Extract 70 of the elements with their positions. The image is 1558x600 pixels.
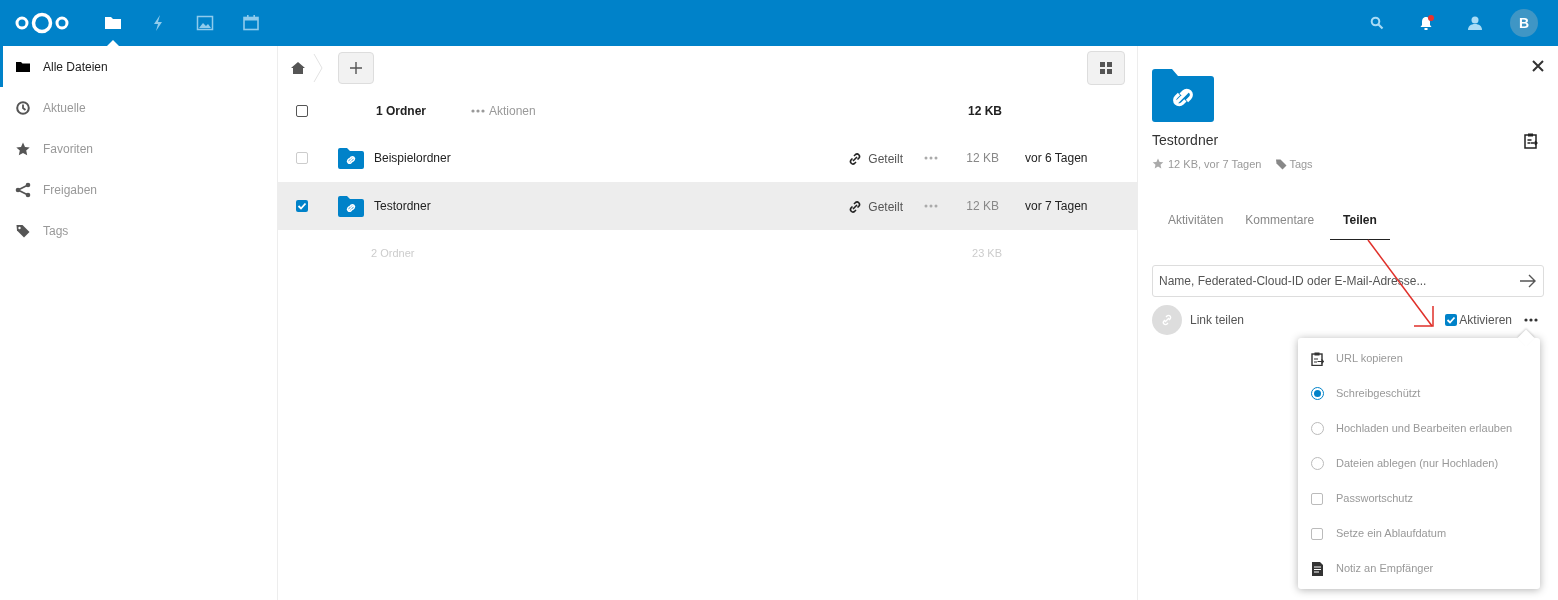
breadcrumb-chevron-icon: [312, 53, 324, 83]
shared-folder-icon: [338, 147, 364, 169]
checkbox[interactable]: [1311, 527, 1323, 540]
image-icon: [195, 13, 215, 33]
plus-icon: [350, 62, 362, 74]
checkbox[interactable]: [1445, 313, 1458, 326]
grid-view-button[interactable]: [1087, 51, 1125, 85]
sidebar-item[interactable]: Tags: [0, 210, 277, 251]
clock-icon: [15, 99, 31, 116]
menu-item[interactable]: Hochladen und Bearbeiten erlauben: [1298, 411, 1540, 446]
menu-item[interactable]: Dateien ablegen (nur Hochladen): [1298, 446, 1540, 481]
search-icon[interactable]: [1370, 16, 1384, 30]
tab[interactable]: Kommentare: [1239, 210, 1321, 240]
file-meta: 12 KB, vor 7 Tagen: [1168, 157, 1262, 172]
modified-date: vor 6 Tagen: [1024, 150, 1089, 167]
shared-button[interactable]: Geteilt: [848, 148, 903, 168]
menu-item[interactable]: Passwortschutz: [1298, 481, 1540, 516]
file-row[interactable]: Testordner Geteilt 12 KB vor 7 Tagen: [278, 182, 1137, 230]
link-icon: [1161, 313, 1173, 326]
modified-date: vor 7 Tagen: [1024, 198, 1089, 215]
close-icon[interactable]: [1532, 60, 1544, 72]
file-title: Testordner: [1152, 131, 1219, 150]
star-icon: [1152, 158, 1164, 171]
menu-item[interactable]: URL kopieren: [1298, 341, 1540, 376]
link-icon: [848, 200, 863, 214]
bell-icon: [1418, 15, 1434, 31]
arrow-right-icon[interactable]: [1520, 273, 1536, 288]
tag-icon: [15, 222, 31, 239]
enable-checkbox[interactable]: Aktivieren: [1445, 310, 1512, 329]
file-size: 12 KB: [965, 150, 999, 167]
shared-folder-icon: [1152, 68, 1214, 122]
checkbox[interactable]: [296, 200, 308, 212]
actions-button[interactable]: Aktionen: [471, 102, 536, 120]
new-button[interactable]: [338, 52, 374, 84]
clipboard-icon: [1310, 351, 1324, 366]
contacts-icon[interactable]: [1466, 15, 1484, 31]
tab[interactable]: Teilen: [1330, 210, 1390, 240]
more-icon: [471, 109, 485, 113]
checkbox[interactable]: [296, 105, 308, 117]
tags-button[interactable]: Tags: [1275, 156, 1313, 173]
menu-item[interactable]: Setze ein Ablaufdatum: [1298, 516, 1540, 551]
logo-icon[interactable]: [14, 11, 70, 35]
share-icon: [15, 181, 31, 198]
file-size: 12 KB: [965, 198, 999, 215]
sidebar-item[interactable]: Freigaben: [0, 169, 277, 210]
notifications-button[interactable]: [1418, 15, 1434, 31]
sidebar-item[interactable]: Aktuelle: [0, 87, 277, 128]
menu-item[interactable]: Notiz an Empfänger: [1298, 551, 1540, 586]
total-size: 12 KB: [967, 103, 1002, 120]
tab[interactable]: Aktivitäten: [1162, 210, 1230, 240]
grid-icon: [1100, 62, 1112, 74]
file-name[interactable]: Testordner: [374, 197, 431, 215]
shared-folder-icon: [338, 195, 364, 217]
user-avatar[interactable]: B: [1510, 9, 1538, 37]
sidebar-item[interactable]: Alle Dateien: [0, 46, 277, 87]
document-icon: [1310, 561, 1324, 576]
more-icon[interactable]: [1524, 317, 1538, 322]
calendar-icon: [241, 13, 261, 33]
checkbox[interactable]: [1311, 492, 1323, 505]
file-row[interactable]: Beispielordner Geteilt 12 KB vor 6 Tagen: [278, 134, 1137, 182]
tag-icon: [1275, 158, 1288, 171]
file-name[interactable]: Beispielordner: [374, 149, 451, 167]
menu-item[interactable]: Schreibgeschützt: [1298, 376, 1540, 411]
clipboard-icon[interactable]: [1524, 132, 1538, 149]
sidebar-item[interactable]: Favoriten: [0, 128, 277, 169]
home-icon[interactable]: [290, 61, 306, 75]
link-share-label: Link teilen: [1190, 311, 1245, 329]
link-icon: [848, 152, 863, 166]
shared-button[interactable]: Geteilt: [848, 196, 903, 216]
folder-count: 1 Ordner: [376, 103, 427, 120]
